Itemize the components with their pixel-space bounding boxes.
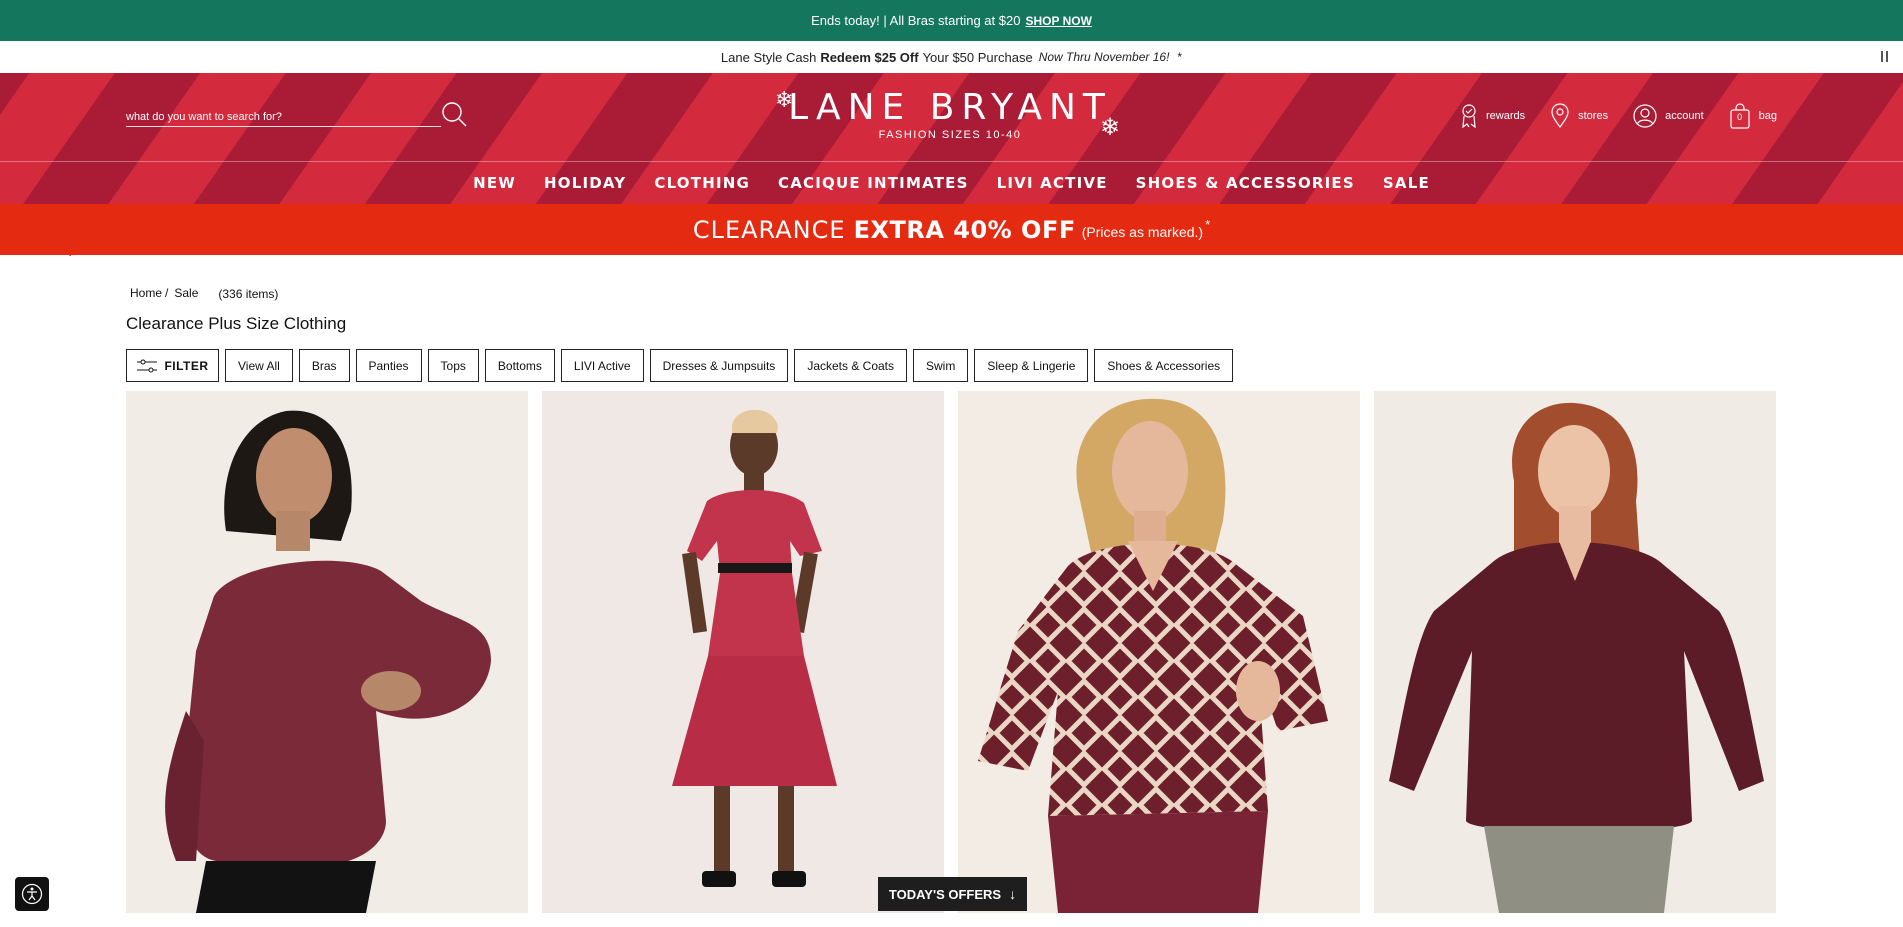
product-card[interactable] (542, 391, 944, 913)
filter-sliders-icon (137, 359, 158, 372)
location-pin-icon (1551, 103, 1569, 129)
page-title: Clearance Plus Size Clothing (126, 314, 347, 333)
header-divider (0, 161, 1903, 162)
chip-bottoms[interactable]: Bottoms (484, 349, 555, 382)
item-count: (336 items) (218, 287, 279, 301)
breadcrumb-home[interactable]: Home (130, 286, 162, 300)
clearance-note: (Prices as marked.) (1081, 223, 1204, 240)
snowflake-icon: ✱ (66, 248, 75, 259)
chip-tops[interactable]: Tops (427, 349, 479, 382)
chip-view-all[interactable]: View All (225, 349, 293, 382)
rewards-icon (1462, 104, 1476, 129)
breadcrumb-sale[interactable]: Sale (174, 286, 198, 300)
account-label: account (1665, 110, 1704, 122)
product-image[interactable] (126, 391, 528, 913)
accessibility-icon (21, 883, 43, 905)
clearance-label: CLEARANCE (692, 215, 846, 244)
promo-text: Ends today! | All Bras starting at $20 (811, 13, 1021, 28)
filter-bar: FILTER View All Bras Panties Tops Bottom… (126, 349, 1234, 382)
breadcrumb-separator: / (165, 285, 169, 300)
product-image[interactable] (1374, 391, 1776, 913)
snowflake-icon: ❄ (775, 87, 794, 112)
account-icon (1633, 104, 1657, 128)
clearance-asterisk[interactable]: * (1205, 217, 1210, 232)
todays-offers-label: TODAY'S OFFERS (888, 886, 1002, 902)
shop-now-link[interactable]: SHOP NOW (1025, 14, 1091, 28)
product-card[interactable] (126, 391, 528, 913)
filter-label: FILTER (164, 358, 209, 373)
bag-label: bag (1758, 110, 1777, 122)
filter-button[interactable]: FILTER (126, 349, 219, 382)
nav-new[interactable]: NEW (473, 174, 516, 192)
bag-link[interactable]: 0 bag (1729, 103, 1777, 129)
todays-offers-button[interactable]: TODAY'S OFFERS ↓ (878, 877, 1027, 911)
rewards-link[interactable]: rewards (1460, 103, 1525, 129)
nav-sale[interactable]: SALE (1383, 174, 1430, 192)
nav-livi-active[interactable]: LIVI ACTIVE (997, 174, 1108, 192)
product-card[interactable] (1374, 391, 1776, 913)
account-link[interactable]: account (1633, 104, 1704, 128)
promo-banner: Ends today! | All Bras starting at $20 S… (0, 0, 1903, 41)
logo-name: LANE BRYANT (788, 87, 1112, 128)
arrow-down-icon: ↓ (1009, 886, 1017, 902)
site-logo[interactable]: LANE BRYANT FASHION SIZES 10-40 (770, 88, 1130, 148)
bag-icon: 0 (1729, 103, 1751, 129)
clearance-offer: EXTRA 40% OFF (853, 215, 1076, 244)
cash-lead: Lane Style Cash (720, 49, 817, 65)
site-header: LANE BRYANT FASHION SIZES 10-40 ❄ ❄ rewa… (0, 73, 1903, 204)
chip-livi-active[interactable]: LIVI Active (560, 349, 644, 382)
search-icon[interactable] (439, 99, 469, 129)
utility-nav: rewards stores account 0 bag (1460, 103, 1802, 129)
accessibility-button[interactable] (15, 877, 49, 911)
bag-count: 0 (1737, 112, 1743, 122)
style-cash-bar: Lane Style Cash Redeem $25 Off Your $50 … (0, 41, 1903, 73)
rewards-label: rewards (1486, 110, 1526, 122)
pause-icon[interactable] (1877, 49, 1891, 65)
product-image[interactable] (542, 391, 944, 913)
nav-clothing[interactable]: CLOTHING (654, 174, 750, 192)
cash-tail: Your $50 Purchase (922, 49, 1033, 65)
cash-dates: Now Thru November 16! (1038, 50, 1170, 64)
cash-bold: Redeem $25 Off (820, 49, 919, 65)
stores-label: stores (1578, 110, 1609, 122)
nav-cacique-intimates[interactable]: CACIQUE INTIMATES (778, 174, 969, 192)
snowflake-icon: ❄ (1100, 114, 1121, 141)
chip-jackets-coats[interactable]: Jackets & Coats (794, 349, 908, 382)
chip-dresses-jumpsuits[interactable]: Dresses & Jumpsuits (649, 349, 789, 382)
search-input[interactable] (126, 99, 441, 127)
chip-swim[interactable]: Swim (913, 349, 969, 382)
nav-holiday[interactable]: HOLIDAY (544, 174, 626, 192)
chip-shoes-accessories[interactable]: Shoes & Accessories (1094, 349, 1234, 382)
chip-bras[interactable]: Bras (298, 349, 350, 382)
logo-tagline: FASHION SIZES 10-40 (878, 129, 1022, 141)
product-grid (126, 391, 1776, 913)
breadcrumb: Home / Sale (336 items) (130, 284, 279, 302)
product-image[interactable] (958, 391, 1360, 913)
cash-asterisk[interactable]: * (1177, 50, 1182, 64)
product-card[interactable] (958, 391, 1360, 913)
clearance-banner[interactable]: CLEARANCE EXTRA 40% OFF (Prices as marke… (0, 204, 1903, 255)
chip-sleep-lingerie[interactable]: Sleep & Lingerie (974, 349, 1089, 382)
main-nav: NEW HOLIDAY CLOTHING CACIQUE INTIMATES L… (0, 174, 1903, 192)
search-box (126, 99, 469, 129)
stores-link[interactable]: stores (1550, 103, 1608, 129)
chip-panties[interactable]: Panties (355, 349, 422, 382)
nav-shoes-accessories[interactable]: SHOES & ACCESSORIES (1136, 174, 1355, 192)
